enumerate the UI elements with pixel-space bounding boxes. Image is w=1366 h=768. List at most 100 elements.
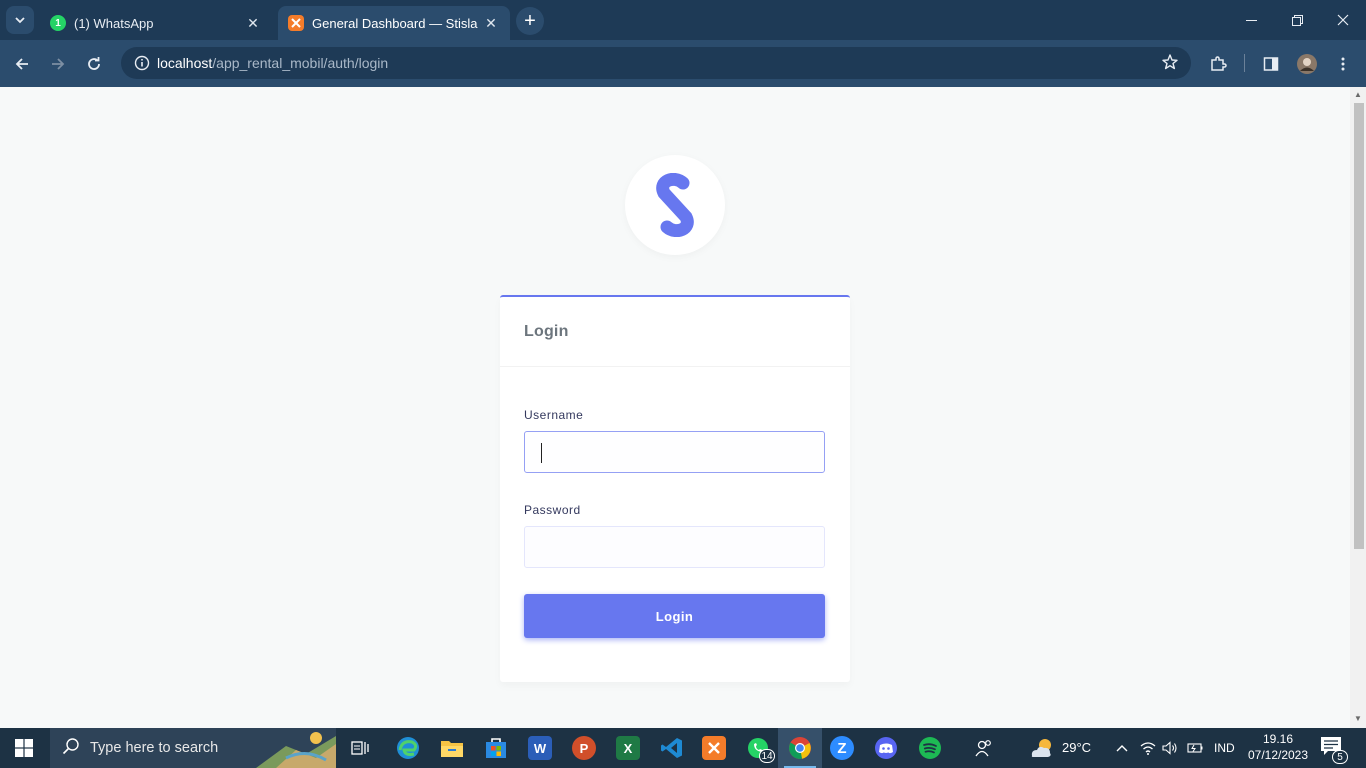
task-view-icon [351, 741, 369, 755]
tab-search-button[interactable] [6, 6, 34, 34]
xampp-icon [702, 736, 726, 760]
taskbar-word[interactable]: W [518, 728, 562, 768]
taskbar-search[interactable]: Type here to search [50, 728, 336, 768]
taskbar-people[interactable] [962, 728, 1006, 768]
notification-center-button[interactable]: 5 [1320, 736, 1348, 764]
excel-icon: X [616, 736, 640, 760]
search-placeholder: Type here to search [90, 740, 219, 756]
scroll-up-arrow-icon[interactable]: ▲ [1353, 90, 1363, 100]
speaker-icon [1162, 741, 1177, 755]
taskbar-powerpoint[interactable]: P [562, 728, 606, 768]
tray-network[interactable] [1136, 728, 1160, 768]
minimize-button[interactable] [1228, 0, 1274, 40]
scroll-thumb[interactable] [1354, 103, 1364, 549]
weather-widget[interactable] [1020, 728, 1064, 768]
taskbar-whatsapp[interactable]: 14 [736, 728, 780, 768]
tab-close-icon[interactable]: ✕ [482, 14, 500, 32]
side-panel-button[interactable] [1256, 49, 1286, 79]
notification-badge: 5 [1332, 750, 1348, 764]
reload-icon [88, 57, 100, 70]
password-label: Password [524, 503, 581, 517]
spotify-icon [919, 737, 941, 759]
tab-stisla[interactable]: General Dashboard — Stisla ✕ [278, 6, 510, 40]
taskbar-excel[interactable]: X [606, 728, 650, 768]
url-text: localhost/app_rental_mobil/auth/login [157, 55, 388, 71]
tray-volume[interactable] [1158, 728, 1182, 768]
bookmark-star-icon[interactable] [1161, 53, 1179, 76]
discord-icon [875, 737, 897, 759]
search-highlight-art-icon [256, 732, 336, 768]
profile-avatar[interactable] [1292, 49, 1322, 79]
whatsapp-badge: 14 [759, 749, 775, 763]
tab-whatsapp[interactable]: 1 (1) WhatsApp ✕ [40, 6, 272, 40]
arrow-right-icon [52, 58, 65, 70]
restore-icon [1291, 14, 1303, 26]
text-caret [541, 443, 542, 463]
taskbar-spotify[interactable] [908, 728, 952, 768]
tray-overflow-button[interactable] [1110, 728, 1134, 768]
puzzle-icon [1211, 56, 1227, 71]
vscode-icon [661, 738, 682, 758]
stisla-logo [625, 155, 725, 255]
card-title: Login [524, 323, 569, 340]
taskbar-store[interactable] [474, 728, 518, 768]
page-viewport: Login Username Password Login [0, 87, 1350, 728]
taskbar-zoom[interactable]: Z [820, 728, 864, 768]
zoom-icon: Z [830, 736, 854, 760]
people-icon [975, 740, 991, 757]
taskbar-edge[interactable] [386, 728, 430, 768]
xampp-icon [288, 15, 304, 31]
kebab-menu-icon [1341, 57, 1345, 71]
taskbar-chrome[interactable] [778, 728, 822, 768]
minimize-icon [1245, 19, 1257, 21]
login-card: Login Username Password Login [500, 295, 850, 682]
new-tab-button[interactable]: + [516, 7, 544, 35]
page-scrollbar[interactable]: ▲ ▼ [1350, 87, 1366, 728]
windows-logo-icon [15, 739, 33, 757]
close-icon [1337, 14, 1349, 26]
search-icon [62, 737, 80, 759]
taskbar-file-explorer[interactable] [430, 728, 474, 768]
weather-temp: 29°C [1062, 740, 1092, 755]
word-icon: W [528, 736, 552, 760]
back-button[interactable] [7, 49, 37, 79]
site-info-icon[interactable] [127, 55, 157, 71]
edge-icon [397, 737, 419, 759]
close-window-button[interactable] [1320, 0, 1366, 40]
restore-button[interactable] [1274, 0, 1320, 40]
stisla-s-icon [656, 173, 694, 237]
windows-taskbar: Type here to search W P X 14 Z 29°C IND … [0, 728, 1366, 768]
chrome-icon [789, 737, 811, 759]
reload-button[interactable] [79, 49, 109, 79]
clock-time: 19.16 [1262, 732, 1294, 746]
powerpoint-icon: P [572, 736, 596, 760]
language-indicator[interactable]: IND [1214, 741, 1235, 755]
tab-close-icon[interactable]: ✕ [244, 14, 262, 32]
card-header: Login [500, 297, 850, 367]
taskbar-discord[interactable] [864, 728, 908, 768]
browser-menu-button[interactable] [1328, 49, 1358, 79]
task-view-button[interactable] [338, 728, 382, 768]
password-field[interactable] [524, 526, 825, 568]
scroll-down-arrow-icon[interactable]: ▼ [1353, 714, 1363, 724]
browser-toolbar: localhost/app_rental_mobil/auth/login [0, 40, 1366, 87]
wifi-icon [1140, 742, 1156, 755]
address-bar[interactable]: localhost/app_rental_mobil/auth/login [121, 47, 1191, 79]
login-button[interactable]: Login [524, 594, 825, 638]
username-field[interactable] [524, 431, 825, 473]
taskbar-clock[interactable]: 19.16 07/12/2023 [1246, 731, 1310, 763]
taskbar-vscode[interactable] [650, 728, 694, 768]
tray-battery[interactable] [1182, 728, 1206, 768]
tab-title: (1) WhatsApp [74, 15, 154, 31]
toolbar-divider [1244, 54, 1245, 72]
clock-date: 07/12/2023 [1247, 748, 1309, 762]
start-button[interactable] [0, 728, 48, 768]
store-icon [486, 738, 506, 758]
battery-charging-icon [1187, 743, 1203, 753]
extensions-button[interactable] [1203, 49, 1233, 79]
browser-tabstrip: 1 (1) WhatsApp ✕ General Dashboard — Sti… [0, 0, 1366, 40]
forward-button[interactable] [43, 49, 73, 79]
folder-icon [441, 741, 463, 757]
whatsapp-icon: 1 [50, 15, 66, 31]
taskbar-xampp[interactable] [692, 728, 736, 768]
